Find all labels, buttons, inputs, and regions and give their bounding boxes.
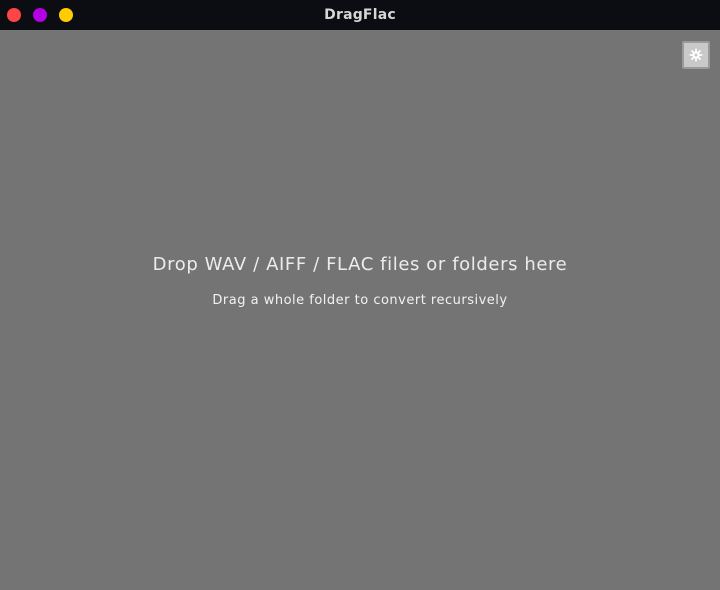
minimize-window-button[interactable]: [59, 8, 73, 22]
close-window-button[interactable]: [7, 8, 21, 22]
gear-icon: [689, 48, 703, 62]
settings-button[interactable]: [682, 41, 710, 69]
title-bar[interactable]: DragFlac: [0, 0, 720, 30]
drop-hint: Drag a whole folder to convert recursive…: [212, 293, 508, 308]
maximize-window-button[interactable]: [33, 8, 47, 22]
window-title: DragFlac: [324, 7, 396, 23]
app-window: DragFlac Drop WAV / AIFF / FLAC files or…: [0, 0, 720, 590]
drop-instruction: Drop WAV / AIFF / FLAC files or folders …: [152, 254, 568, 275]
drop-zone[interactable]: Drop WAV / AIFF / FLAC files or folders …: [0, 30, 720, 590]
